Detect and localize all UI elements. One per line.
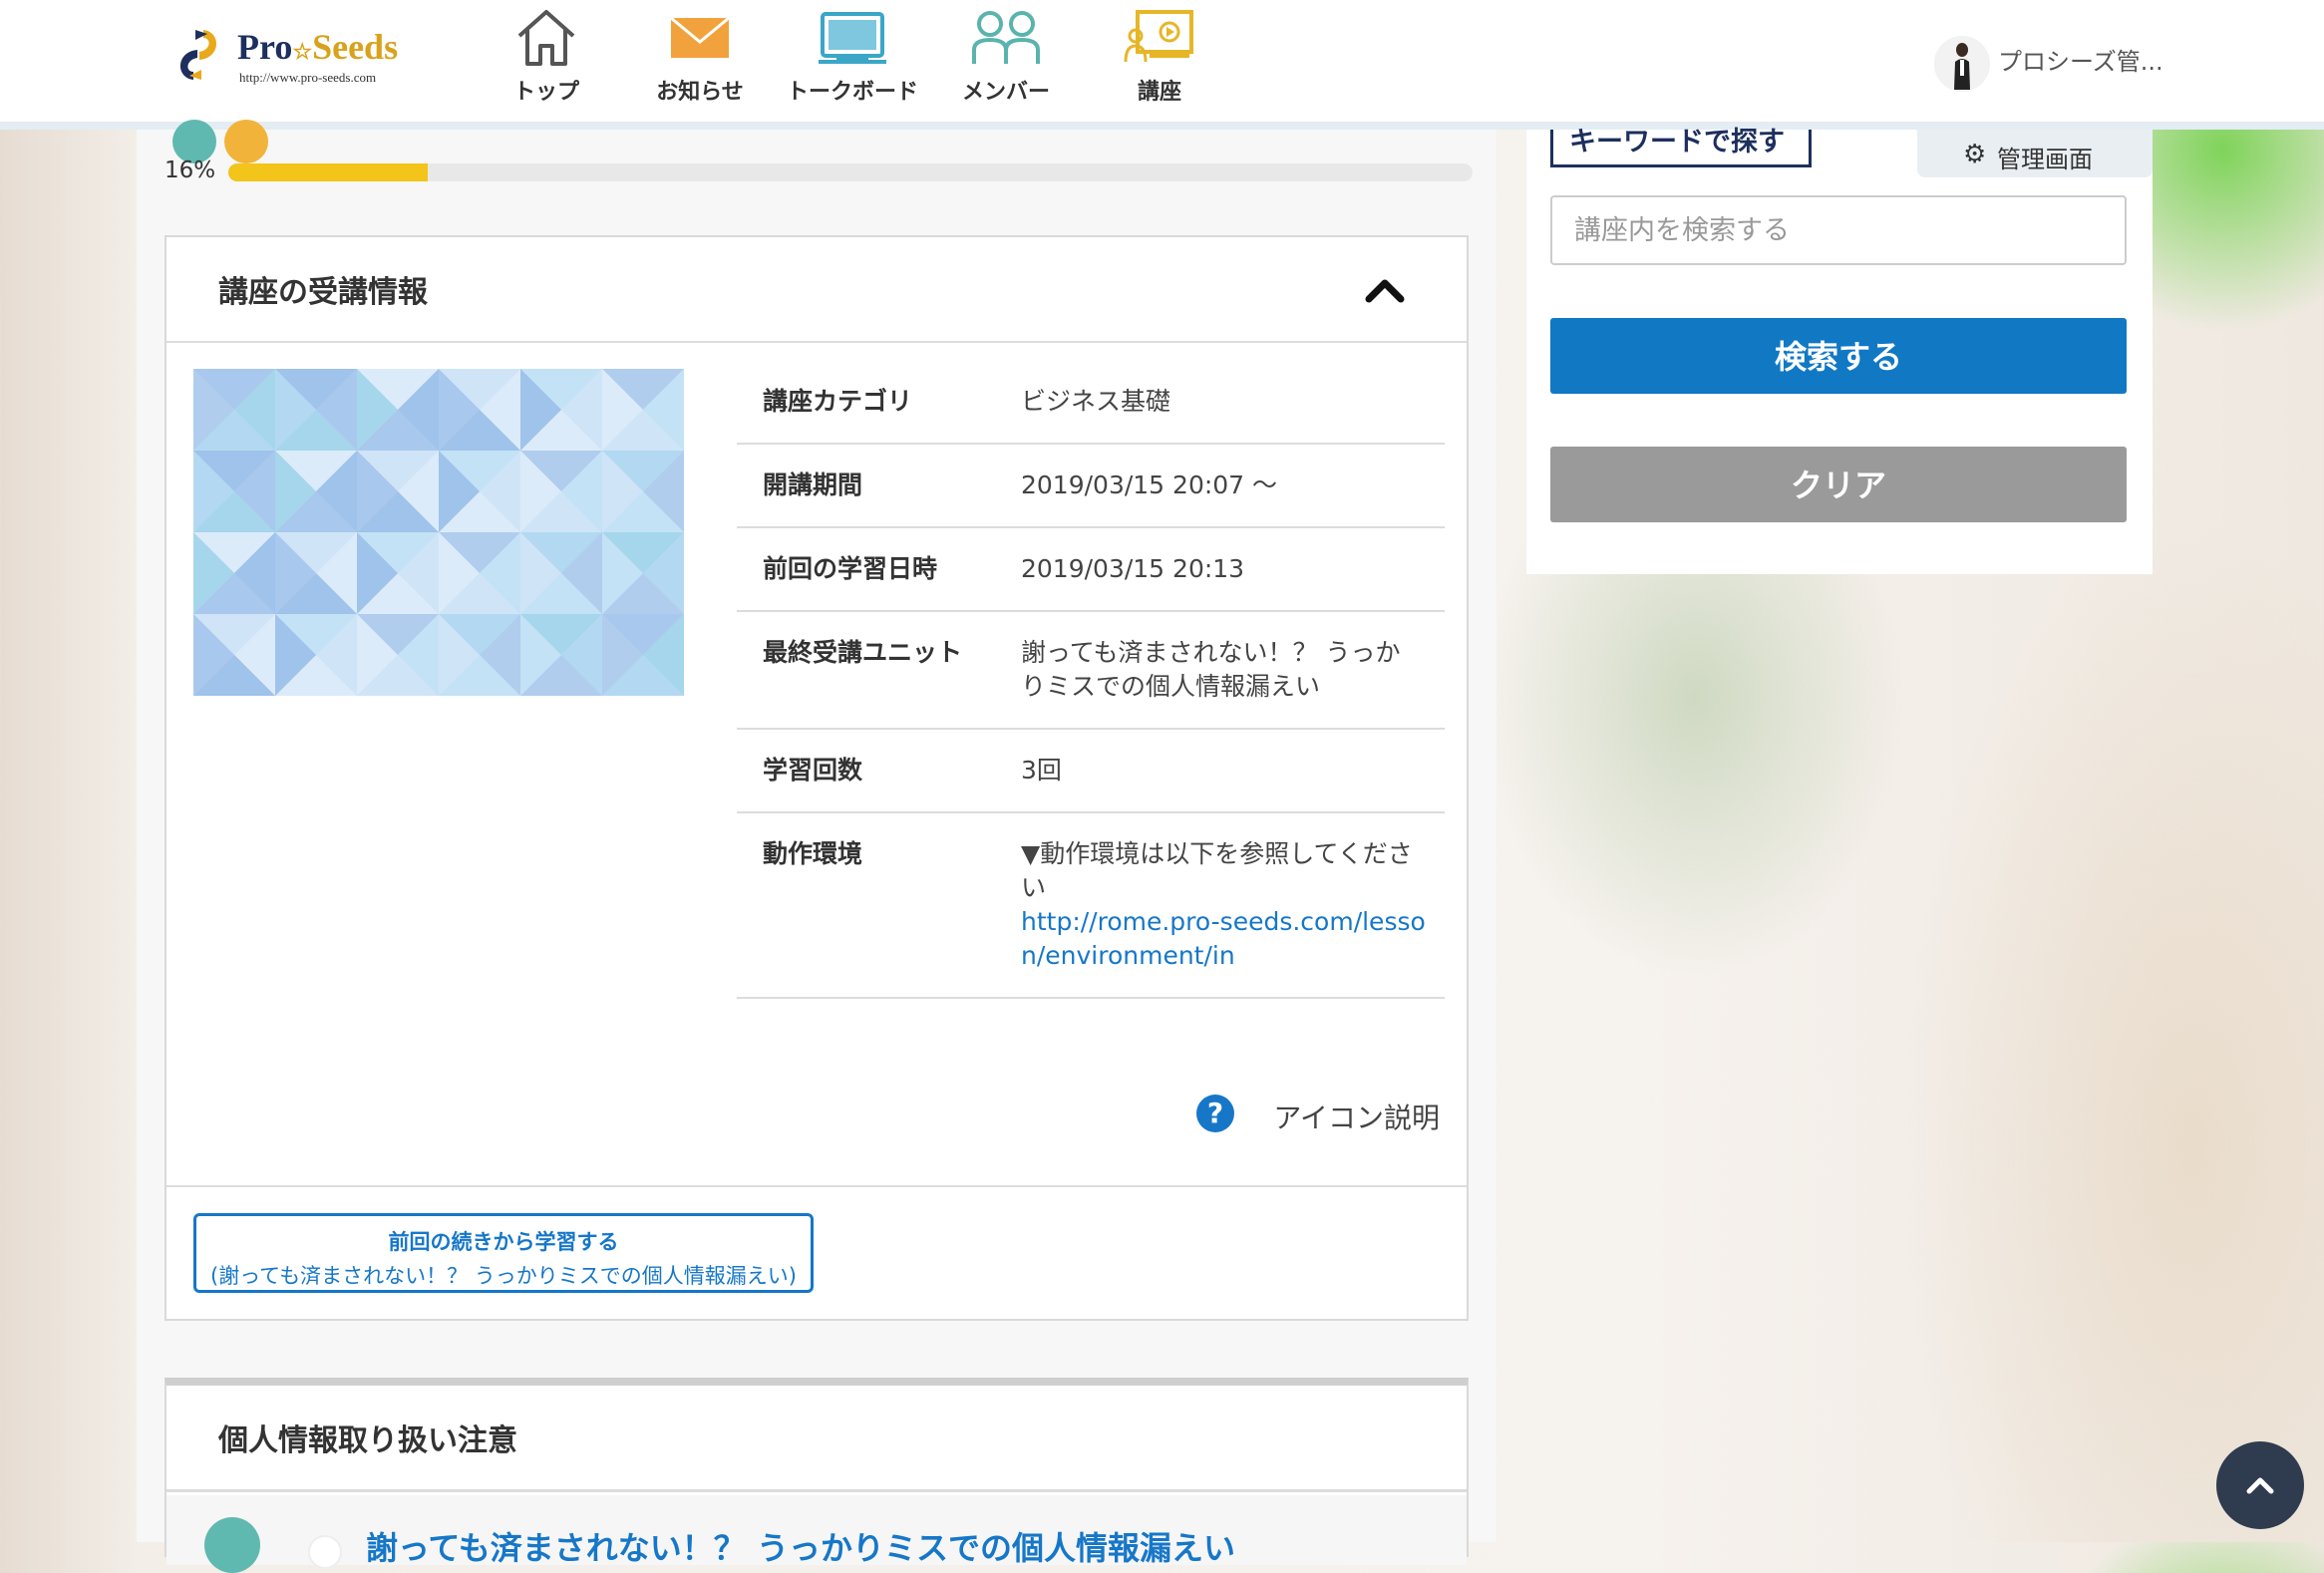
section-title: 個人情報取り扱い注意 (218, 1423, 517, 1458)
admin-link-label: 管理画面 (1997, 146, 2093, 173)
mail-icon (670, 16, 730, 58)
list-item[interactable]: 謝っても済まされない！？ うっかりミスでの個人情報漏えい (166, 1495, 1467, 1573)
logo-mark-icon (179, 30, 217, 80)
gear-icon: ⚙ (1963, 140, 1987, 169)
home-icon (517, 10, 575, 66)
nav-talkboard[interactable]: トークボード (778, 6, 927, 118)
nav-members[interactable]: メンバー (931, 6, 1081, 118)
keyword-search-tab[interactable]: キーワードで探す (1550, 127, 1812, 167)
table-row: 動作環境 ▼動作環境は以下を参照してください http://rome.pro-s… (737, 812, 1445, 999)
panel-title: 講座の受講情報 (218, 275, 428, 310)
user-name: プロシーズ管... (1998, 48, 2163, 76)
environment-link-wrap: http://rome.pro-seeds.com/lesson/environ… (1021, 905, 1445, 973)
keyword-tab-label: キーワードで探す (1569, 127, 1785, 157)
course-info-header[interactable]: 講座の受講情報 (166, 237, 1467, 343)
table-row: 開講期間 2019/03/15 20:07 ～ (737, 444, 1445, 528)
course-thumbnail (193, 369, 684, 696)
environment-note: ▼動作環境は以下を参照してください (1021, 839, 1413, 902)
row-value: ビジネス基礎 (1021, 361, 1445, 445)
course-search-input[interactable] (1550, 195, 2127, 265)
resume-unit-label: (謝っても済まされない！？ うっかりミスでの個人情報漏えい) (210, 1264, 797, 1288)
nav-label: お知らせ (656, 80, 744, 105)
search-sidebar: キーワードで探す ⚙ 管理画面 検索する クリア (1526, 127, 2153, 574)
unit-title: 謝っても済まされない！？ うっかりミスでの個人情報漏えい (366, 1529, 1235, 1567)
main-column: 16% 講座の受講情報 講座カテゴリ ビジネス基礎 開講期間 2019/03/1… (137, 120, 1496, 1573)
test-status-icon (224, 120, 268, 163)
row-key: 最終受講ユニット (737, 611, 1021, 730)
top-header: Pro☆Seeds http://www.pro-seeds.com トップ お… (0, 0, 2324, 130)
clear-button[interactable]: クリア (1550, 447, 2127, 522)
section-header: 個人情報取り扱い注意 (166, 1386, 1467, 1492)
pro-seeds-logo[interactable]: Pro☆Seeds http://www.pro-seeds.com (169, 22, 419, 88)
logo-wordmark: Pro☆Seeds (237, 27, 399, 67)
monitor-icon (819, 12, 886, 64)
nav-courses[interactable]: 講座 (1085, 6, 1234, 118)
progress-bar (228, 163, 1473, 181)
nav-label: トークボード (786, 80, 918, 105)
course-info-table: 講座カテゴリ ビジネス基礎 開講期間 2019/03/15 20:07 ～ 前回… (737, 361, 1445, 999)
course-icon (1124, 10, 1193, 63)
nav-label: 講座 (1137, 80, 1181, 105)
person-photo-icon (1934, 36, 1990, 92)
resume-learning-button[interactable]: 前回の続きから学習する (謝っても済まされない！？ うっかりミスでの個人情報漏え… (193, 1213, 814, 1293)
user-avatar (1934, 36, 1990, 92)
row-value: ▼動作環境は以下を参照してください http://rome.pro-seeds.… (1021, 812, 1445, 999)
unit-status-icon (204, 1517, 260, 1573)
table-row: 講座カテゴリ ビジネス基礎 (737, 361, 1445, 445)
nav-label: トップ (512, 80, 579, 105)
table-row: 最終受講ユニット 謝っても済まされない！？ うっかりミスでの個人情報漏えい (737, 611, 1445, 730)
table-row: 前回の学習日時 2019/03/15 20:13 (737, 527, 1445, 612)
scroll-top-button[interactable] (2216, 1441, 2304, 1529)
row-key: 前回の学習日時 (737, 527, 1021, 612)
row-key: 講座カテゴリ (737, 361, 1021, 445)
row-key: 動作環境 (737, 812, 1021, 999)
progress-percent: 16% (165, 157, 216, 183)
row-value: 2019/03/15 20:13 (1021, 527, 1445, 612)
row-value: 3回 (1021, 729, 1445, 813)
row-value: 謝っても済まされない！？ うっかりミスでの個人情報漏えい (1021, 611, 1445, 730)
question-icon: ? (1196, 1095, 1234, 1132)
resume-label: 前回の続きから学習する (388, 1230, 619, 1254)
logo-url: http://www.pro-seeds.com (239, 70, 377, 85)
section-panel: 個人情報取り扱い注意 謝っても済まされない！？ うっかりミスでの個人情報漏えい (165, 1378, 1469, 1573)
course-info-footer: 前回の続きから学習する (謝っても済まされない！？ うっかりミスでの個人情報漏え… (166, 1185, 1467, 1323)
environment-link[interactable]: http://rome.pro-seeds.com/lesson/environ… (1021, 905, 1445, 973)
members-icon (972, 11, 1040, 64)
unit-type-icon (308, 1535, 342, 1569)
row-value: 2019/03/15 20:07 ～ (1021, 444, 1445, 528)
table-row: 学習回数 3回 (737, 729, 1445, 813)
nav-top[interactable]: トップ (472, 6, 621, 118)
progress-fill (228, 163, 428, 181)
icon-help-label: アイコン説明 (1273, 1101, 1440, 1134)
nav-label: メンバー (961, 80, 1050, 105)
chevron-up-icon[interactable] (1365, 277, 1405, 303)
icon-help-link[interactable]: ? アイコン説明 (1180, 1095, 1440, 1134)
row-key: 開講期間 (737, 444, 1021, 528)
course-info-panel: 講座の受講情報 講座カテゴリ ビジネス基礎 開講期間 2019/03/15 20… (165, 235, 1469, 1321)
admin-link[interactable]: ⚙ 管理画面 (1917, 130, 2153, 177)
row-key: 学習回数 (737, 729, 1021, 813)
nav-news[interactable]: お知らせ (625, 6, 775, 118)
search-button[interactable]: 検索する (1550, 318, 2127, 394)
chevron-up-icon (2246, 1477, 2274, 1494)
